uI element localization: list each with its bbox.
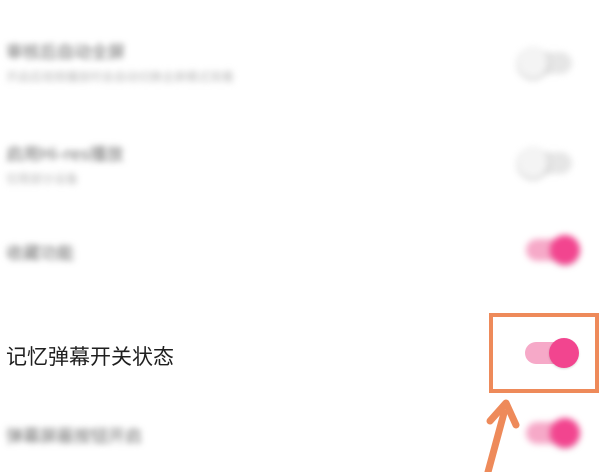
setting-row-1: 审核后自动全屏 开启后视频播放时会自动切换全屏模式观看 (0, 30, 601, 90)
setting-label: 记忆弹幕开关状态 (6, 345, 174, 369)
setting-label: 收藏功能 (6, 244, 74, 264)
toggle-switch-off[interactable] (518, 148, 572, 178)
setting-sublabel: 开启后视频播放时会自动切换全屏模式观看 (6, 70, 235, 84)
toggle-knob (550, 235, 580, 265)
highlight-box (489, 313, 599, 393)
setting-sublabel: 仅限部分设备 (6, 172, 79, 186)
setting-row-3: 收藏功能 (0, 225, 601, 275)
setting-row-2: 启用Hi-res播放 仅限部分设备 (0, 130, 601, 190)
setting-label: 弹幕屏蔽按钮开启 (6, 427, 142, 447)
setting-label: 启用Hi-res播放 (6, 145, 124, 165)
toggle-knob (518, 48, 548, 78)
arrow-up-icon (484, 399, 520, 472)
setting-label: 审核后自动全屏 (6, 43, 125, 63)
toggle-switch-off[interactable] (518, 48, 572, 78)
toggle-switch-on[interactable] (526, 235, 580, 265)
toggle-knob (518, 148, 548, 178)
